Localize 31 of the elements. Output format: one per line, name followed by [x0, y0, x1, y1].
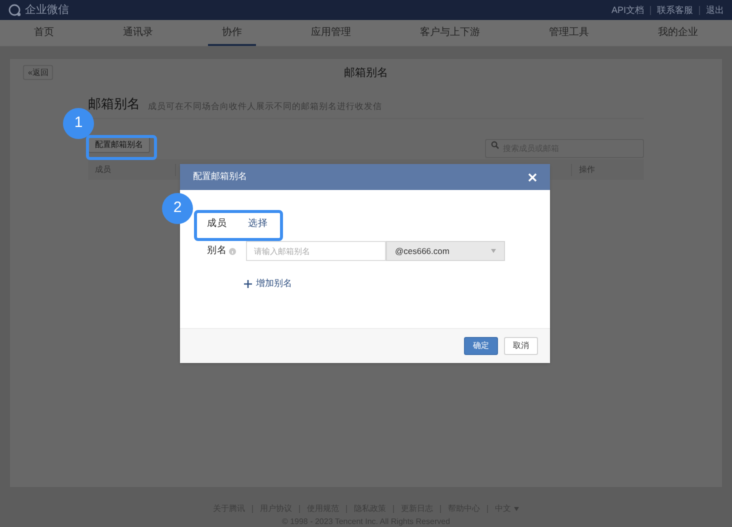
plus-icon	[244, 280, 252, 288]
nav-tab[interactable]: 客户与上下游	[406, 20, 494, 46]
add-alias-link[interactable]: 增加别名	[244, 277, 292, 290]
page-title: 邮箱别名	[344, 66, 388, 81]
top-link[interactable]: 退出	[706, 6, 724, 14]
nav-tab[interactable]: 应用管理	[297, 20, 365, 46]
logo-text: 企业微信	[25, 2, 69, 18]
back-button[interactable]: «返回	[23, 65, 54, 80]
search-icon	[491, 141, 499, 149]
confirm-button[interactable]: 确定	[464, 337, 498, 355]
select-link[interactable]: 选择	[248, 216, 268, 232]
caret-down-icon	[514, 507, 519, 511]
caret-down-icon	[491, 249, 496, 253]
section-title: 邮箱别名	[88, 97, 140, 110]
domain-select[interactable]: @ces666.com	[386, 241, 505, 261]
alias-input[interactable]: 请输入邮箱别名	[246, 241, 386, 261]
cancel-button[interactable]: 取消	[504, 337, 538, 355]
top-link[interactable]: 联系客服	[657, 6, 693, 14]
nav-tab[interactable]: 协作	[208, 20, 256, 46]
member-label: 成员	[207, 216, 228, 231]
dialog-title: 配置邮箱别名	[193, 170, 247, 184]
alias-label: 别名	[207, 244, 227, 258]
chat-bubble-icon	[8, 4, 22, 16]
top-link[interactable]: API文档	[611, 6, 644, 14]
nav-tab[interactable]: 我的企业	[644, 20, 712, 46]
nav-tab[interactable]: 管理工具	[535, 20, 603, 46]
nav-tab[interactable]: 首页	[20, 20, 68, 46]
nav-tab[interactable]: 通讯录	[109, 20, 167, 46]
close-icon[interactable]	[528, 172, 537, 182]
info-icon	[229, 248, 236, 254]
annotation-highlight	[86, 135, 157, 160]
